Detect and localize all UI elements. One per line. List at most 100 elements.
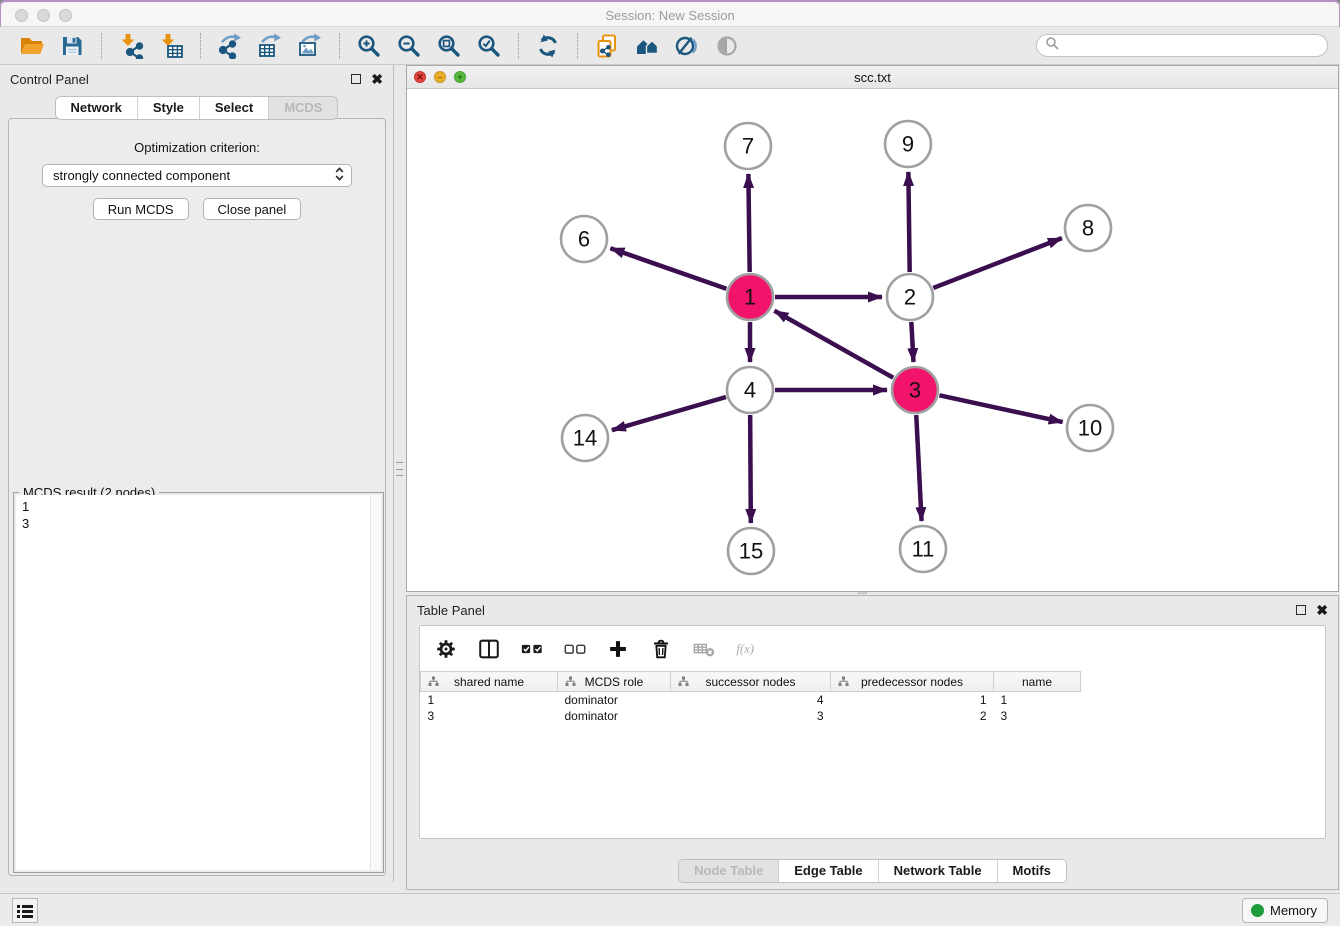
node-14[interactable]: 14 [562, 415, 608, 461]
table-cell[interactable]: 1 [421, 692, 558, 708]
node-10[interactable]: 10 [1067, 405, 1113, 451]
zoom-selected-icon[interactable] [474, 31, 504, 61]
tab-network-table[interactable]: Network Table [878, 860, 997, 882]
houses-icon[interactable] [632, 31, 662, 61]
svg-text:f(x): f(x) [736, 642, 754, 656]
result-scrollbar[interactable] [370, 495, 381, 870]
node-15[interactable]: 15 [728, 528, 774, 574]
network-canvas[interactable]: 7 9 6 8 1 2 4 3 14 10 15 11 [407, 89, 1338, 591]
table-row[interactable]: 3dominator323 [421, 708, 1081, 724]
svg-text:3: 3 [909, 378, 921, 403]
close-panel-icon[interactable]: ✖ [371, 74, 383, 84]
import-network-icon[interactable] [116, 31, 146, 61]
edge-2-9[interactable] [908, 172, 909, 272]
run-mcds-button[interactable]: Run MCDS [93, 198, 189, 220]
edge-1-6[interactable] [610, 248, 726, 289]
toolbar-separator [339, 33, 340, 59]
eye-icon[interactable] [712, 31, 742, 61]
table-panel-title: Table Panel [417, 603, 485, 618]
close-table-panel-icon[interactable]: ✖ [1316, 605, 1328, 615]
svg-text:9: 9 [902, 132, 914, 157]
node-1[interactable]: 1 [727, 274, 773, 320]
network-maximize-icon[interactable]: + [454, 71, 466, 83]
trash-icon[interactable] [649, 637, 673, 661]
edge-4-14[interactable] [612, 397, 726, 430]
node-9[interactable]: 9 [885, 121, 931, 167]
tree-icon [678, 676, 689, 690]
checked-boxes-icon[interactable] [520, 637, 544, 661]
node-7[interactable]: 7 [725, 123, 771, 169]
add-icon[interactable] [606, 637, 630, 661]
node-8[interactable]: 8 [1065, 205, 1111, 251]
optimization-criterion-label: Optimization criterion: [9, 140, 385, 155]
mcds-result-text[interactable]: 13 [16, 495, 381, 870]
node-6[interactable]: 6 [561, 216, 607, 262]
split-columns-icon[interactable] [477, 637, 501, 661]
search-box[interactable] [1036, 34, 1328, 57]
duplicate-network-icon[interactable] [592, 31, 622, 61]
edge-3-11[interactable] [916, 415, 921, 521]
tab-edge-table[interactable]: Edge Table [778, 860, 877, 882]
tab-select[interactable]: Select [199, 97, 268, 119]
table-cell[interactable]: 1 [831, 692, 994, 708]
import-table-icon[interactable] [156, 31, 186, 61]
network-window-titlebar[interactable]: ✕ – + scc.txt [407, 66, 1338, 89]
open-folder-icon[interactable] [17, 31, 47, 61]
search-input[interactable] [1064, 38, 1319, 53]
column-header-MCDS-role[interactable]: MCDS role [558, 672, 671, 692]
float-table-panel-icon[interactable] [1296, 605, 1306, 615]
node-2[interactable]: 2 [887, 274, 933, 320]
table-cell[interactable]: dominator [558, 692, 671, 708]
node-11[interactable]: 11 [900, 526, 946, 572]
export-image-icon[interactable] [295, 31, 325, 61]
main-toolbar [0, 27, 1340, 65]
tab-motifs[interactable]: Motifs [997, 860, 1066, 882]
zoom-out-icon[interactable] [394, 31, 424, 61]
save-icon[interactable] [57, 31, 87, 61]
table-row[interactable]: 1dominator411 [421, 692, 1081, 708]
network-close-icon[interactable]: ✕ [414, 71, 426, 83]
column-header-successor-nodes[interactable]: successor nodes [671, 672, 831, 692]
tab-style[interactable]: Style [137, 97, 199, 119]
table-cell[interactable]: 1 [994, 692, 1081, 708]
column-header-predecessor-nodes[interactable]: predecessor nodes [831, 672, 994, 692]
tab-network[interactable]: Network [56, 97, 137, 119]
edge-4-15[interactable] [750, 415, 751, 523]
tab-mcds[interactable]: MCDS [268, 97, 337, 119]
refresh-icon[interactable] [533, 31, 563, 61]
table-cell[interactable]: 4 [671, 692, 831, 708]
table-cell[interactable]: 3 [671, 708, 831, 724]
export-table-icon[interactable] [255, 31, 285, 61]
edge-3-10[interactable] [939, 395, 1062, 422]
edge-3-1[interactable] [774, 311, 893, 378]
gear-icon[interactable] [434, 637, 458, 661]
edge-1-7[interactable] [748, 174, 749, 272]
dropdown-value: strongly connected component [53, 168, 230, 183]
unchecked-boxes-icon[interactable] [563, 637, 587, 661]
memory-button[interactable]: Memory [1242, 898, 1328, 923]
float-panel-icon[interactable] [351, 74, 361, 84]
table-cell[interactable]: 2 [831, 708, 994, 724]
close-panel-button[interactable]: Close panel [203, 198, 302, 220]
column-header-name[interactable]: name [994, 672, 1081, 692]
table-cell[interactable]: dominator [558, 708, 671, 724]
window-titlebar: Session: New Session [0, 0, 1340, 27]
hide-overlay-icon[interactable] [672, 31, 702, 61]
zoom-in-icon[interactable] [354, 31, 384, 61]
table-cell[interactable]: 3 [994, 708, 1081, 724]
column-header-shared-name[interactable]: shared name [421, 672, 558, 692]
edge-2-8[interactable] [933, 238, 1062, 288]
edge-2-3[interactable] [911, 322, 913, 362]
task-history-button[interactable] [12, 898, 38, 923]
export-network-icon[interactable] [215, 31, 245, 61]
optimization-criterion-dropdown[interactable]: strongly connected component [42, 164, 352, 187]
zoom-fit-icon[interactable] [434, 31, 464, 61]
network-view-window: ✕ – + scc.txt 7 9 6 8 1 2 4 3 14 10 15 11 [406, 65, 1339, 592]
mcds-result-fieldset: MCDS result (2 nodes) 13 [13, 492, 384, 873]
tab-node-table[interactable]: Node Table [679, 860, 778, 882]
table-cell[interactable]: 3 [421, 708, 558, 724]
vertical-splitter-handle[interactable] [396, 462, 403, 476]
network-minimize-icon[interactable]: – [434, 71, 446, 83]
node-3[interactable]: 3 [892, 367, 938, 413]
node-4[interactable]: 4 [727, 367, 773, 413]
